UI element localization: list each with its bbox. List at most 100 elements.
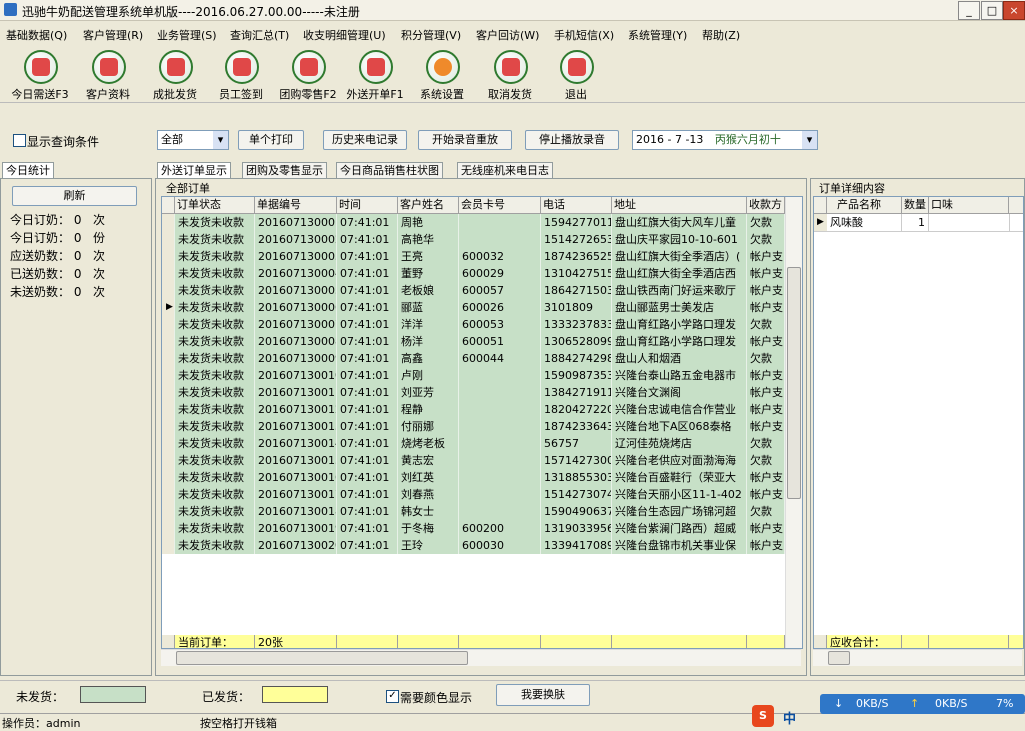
- row-selector[interactable]: [162, 384, 175, 401]
- group-retail-button[interactable]: 团购零售F2: [272, 50, 344, 102]
- customer-info-button[interactable]: 客户资料: [72, 50, 144, 102]
- row-selector[interactable]: [162, 401, 175, 418]
- table-cell: 07:41:01: [337, 350, 398, 367]
- col-qty[interactable]: 数量: [902, 197, 929, 213]
- row-selector[interactable]: [162, 503, 175, 520]
- ime-mode-label[interactable]: 中: [783, 708, 796, 727]
- col-phone[interactable]: 电话: [541, 197, 612, 213]
- table-row[interactable]: 未发货未收款20160713001707:41:01刘春燕 15142730748…: [162, 486, 785, 504]
- table-row[interactable]: 未发货未收款20160713001607:41:01刘红英 13188553033…: [162, 469, 785, 487]
- table-row[interactable]: 未发货未收款20160713000207:41:01高艳华 15142726537…: [162, 231, 785, 249]
- tab-call-log[interactable]: 无线座机来电日志: [457, 162, 553, 178]
- row-selector[interactable]: [162, 231, 175, 248]
- menu-basic-data[interactable]: 基础数据(Q): [6, 27, 67, 43]
- tab-group-retail[interactable]: 团购及零售显示: [242, 162, 327, 178]
- show-conditions-checkbox[interactable]: [13, 134, 26, 147]
- col-customer[interactable]: 客户姓名: [398, 197, 459, 213]
- tab-delivery-orders[interactable]: 外送订单显示: [157, 162, 231, 178]
- table-row[interactable]: 未发货未收款 201607130005 07:41:01 老板娘 600057 18642…: [162, 282, 785, 300]
- menu-business[interactable]: 业务管理(S): [157, 27, 217, 43]
- orders-vertical-scrollbar[interactable]: [785, 197, 802, 648]
- today-delivery-button[interactable]: 今日需送F3: [4, 50, 76, 102]
- detail-row[interactable]: ▶ 风味酸 1: [814, 214, 1023, 232]
- scope-select[interactable]: 全部 ▾: [157, 130, 229, 150]
- menu-sms[interactable]: 手机短信(X): [554, 27, 614, 43]
- col-flavor[interactable]: 口味: [929, 197, 1009, 213]
- start-playback-button[interactable]: 开始录音重放: [418, 130, 512, 150]
- table-row[interactable]: 未发货未收款20160713001007:41:01卢刚 15909873536兴…: [162, 367, 785, 385]
- col-time[interactable]: 时间: [337, 197, 398, 213]
- sogou-ime-icon[interactable]: S: [752, 705, 774, 727]
- menu-finance[interactable]: 收支明细管理(U): [303, 27, 386, 43]
- stop-playback-button[interactable]: 停止播放录音: [525, 130, 619, 150]
- exit-button[interactable]: 退出: [540, 50, 612, 102]
- new-delivery-order-button[interactable]: 外送开单F1: [339, 50, 411, 102]
- unsent-color-swatch[interactable]: [80, 686, 146, 703]
- table-row[interactable]: 未发货未收款20160713000107:41:01周艳 15942770118盘…: [162, 214, 785, 232]
- row-selector[interactable]: [162, 248, 175, 265]
- batch-ship-button[interactable]: 成批发货: [139, 50, 211, 102]
- menu-visit[interactable]: 客户回访(W): [476, 27, 539, 43]
- detail-horizontal-scrollbar[interactable]: [813, 649, 1022, 666]
- tab-sales-chart[interactable]: 今日商品销售柱状图: [336, 162, 443, 178]
- menu-points[interactable]: 积分管理(V): [401, 27, 461, 43]
- row-selector[interactable]: [162, 452, 175, 469]
- row-selector[interactable]: [162, 486, 175, 503]
- date-picker[interactable]: 2016 - 7 -13 丙猴六月初十 ▾: [632, 130, 818, 150]
- close-button[interactable]: ×: [1003, 1, 1025, 20]
- row-selector[interactable]: [162, 435, 175, 452]
- col-card[interactable]: 会员卡号: [459, 197, 541, 213]
- row-selector[interactable]: [162, 469, 175, 486]
- table-row[interactable]: 未发货未收款 201607130020 07:41:01 王玲 600030 133941…: [162, 537, 785, 555]
- tab-today-stats[interactable]: 今日统计: [2, 162, 54, 178]
- refresh-button[interactable]: 刷新: [12, 186, 137, 206]
- system-settings-button[interactable]: 系统设置: [406, 50, 478, 102]
- row-selector[interactable]: [162, 282, 175, 299]
- col-product[interactable]: 产品名称: [827, 197, 902, 213]
- row-selector[interactable]: [162, 333, 175, 350]
- row-selector[interactable]: [162, 537, 175, 554]
- table-row[interactable]: 未发货未收款 201607130014 07:41:01 烧烤老板 56757 辽河佳苑烧…: [162, 435, 785, 453]
- menu-system[interactable]: 系统管理(Y): [628, 27, 687, 43]
- maximize-button[interactable]: □: [981, 1, 1003, 20]
- orders-horizontal-scrollbar[interactable]: [161, 649, 801, 666]
- table-row[interactable]: ▶ 未发货未收款 201607130006 07:41:01 郦蓝 600026 31018…: [162, 299, 785, 317]
- row-selector[interactable]: [162, 520, 175, 537]
- row-selector[interactable]: [162, 418, 175, 435]
- scroll-thumb[interactable]: [787, 267, 801, 499]
- table-row[interactable]: 未发货未收款 201607130019 07:41:01 于冬梅 600200 13190…: [162, 520, 785, 538]
- table-row[interactable]: 未发货未收款 201607130008 07:41:01 杨洋 600051 130652…: [162, 333, 785, 351]
- menu-help[interactable]: 帮助(Z): [702, 27, 740, 43]
- col-status[interactable]: 订单状态: [175, 197, 255, 213]
- cancel-ship-button[interactable]: 取消发货: [474, 50, 546, 102]
- print-single-button[interactable]: 单个打印: [238, 130, 304, 150]
- row-selector[interactable]: [162, 350, 175, 367]
- menu-customer[interactable]: 客户管理(R): [83, 27, 143, 43]
- table-row[interactable]: 未发货未收款20160713001507:41:01黄志宏 15714273002…: [162, 452, 785, 470]
- table-row[interactable]: 未发货未收款 201607130009 07:41:01 高鑫 600044 188427…: [162, 350, 785, 368]
- row-selector[interactable]: [162, 316, 175, 333]
- scroll-thumb[interactable]: [176, 651, 468, 665]
- scroll-thumb[interactable]: [828, 651, 850, 665]
- minimize-button[interactable]: _: [958, 1, 980, 20]
- col-order-no[interactable]: 单据编号: [255, 197, 337, 213]
- table-row[interactable]: 未发货未收款 201607130003 07:41:01 王亮 600032 187423…: [162, 248, 785, 266]
- table-row[interactable]: 未发货未收款 201607130007 07:41:01 洋洋 600053 133323…: [162, 316, 785, 334]
- table-row[interactable]: 未发货未收款20160713001807:41:01韩女士 15904906372…: [162, 503, 785, 521]
- call-history-button[interactable]: 历史来电记录: [323, 130, 407, 150]
- table-row[interactable]: 未发货未收款20160713001207:41:01程静 18204272200兴…: [162, 401, 785, 419]
- row-selector[interactable]: [162, 265, 175, 282]
- change-skin-button[interactable]: 我要换肤: [496, 684, 590, 706]
- menu-query[interactable]: 查询汇总(T): [230, 27, 289, 43]
- sent-color-swatch[interactable]: [262, 686, 328, 703]
- col-address[interactable]: 地址: [612, 197, 747, 213]
- row-selector[interactable]: ▶: [162, 299, 175, 316]
- table-row[interactable]: 未发货未收款20160713001107:41:01刘亚芳 13842719114…: [162, 384, 785, 402]
- row-selector[interactable]: [162, 214, 175, 231]
- row-selector[interactable]: [162, 367, 175, 384]
- col-payment[interactable]: 收款方: [747, 197, 785, 213]
- need-color-checkbox[interactable]: ✓: [386, 690, 399, 703]
- table-row[interactable]: 未发货未收款 201607130004 07:41:01 董野 600029 131042…: [162, 265, 785, 283]
- table-row[interactable]: 未发货未收款20160713001307:41:01付丽娜 18742336436…: [162, 418, 785, 436]
- staff-signin-button[interactable]: 员工签到: [205, 50, 277, 102]
